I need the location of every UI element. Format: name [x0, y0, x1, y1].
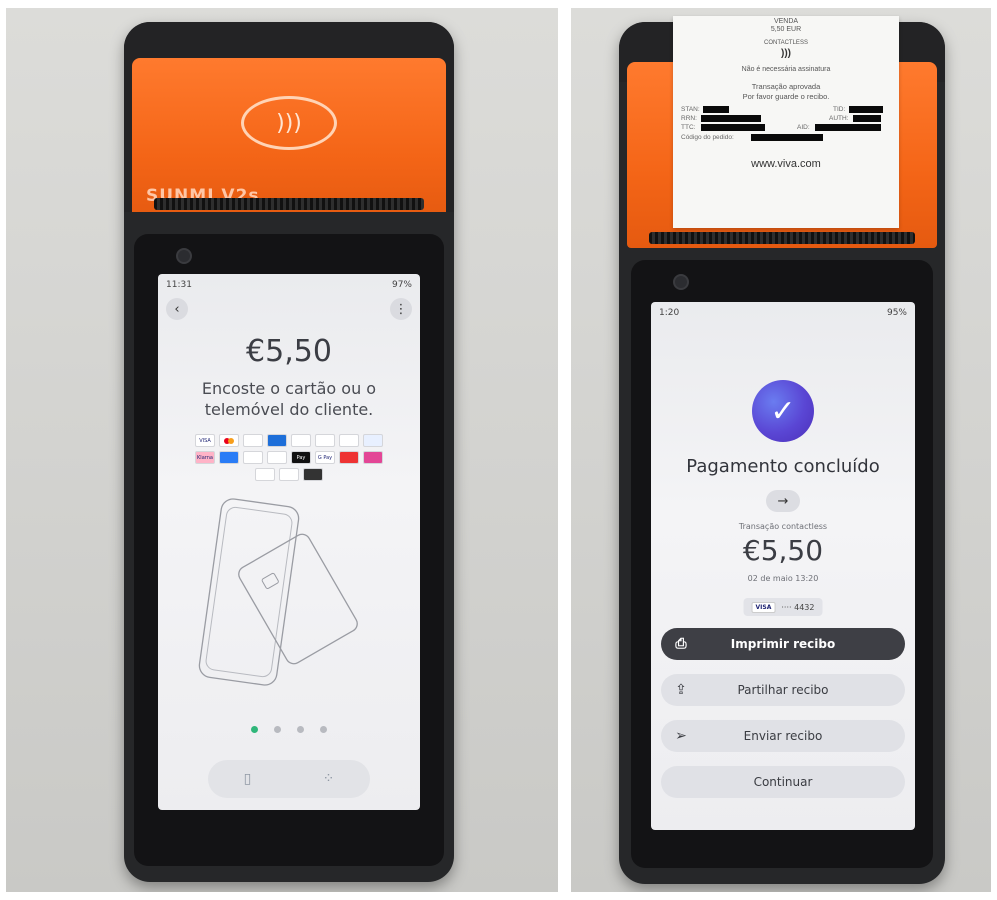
screen-bezel: 11:31 97% ‹ ⋮ €5,50 Encoste o cartão ou …: [134, 234, 444, 866]
samsung-pay-logo: [267, 451, 287, 464]
diners-logo: [291, 434, 311, 447]
receipt-aid-label: AID:: [797, 124, 810, 131]
alipay-blue-logo: [219, 451, 239, 464]
redacted-rrn: [701, 115, 761, 122]
more-menu-button[interactable]: ⋮: [390, 298, 412, 320]
card-masked-number: ···· 4432: [781, 602, 815, 612]
tap-card-icon[interactable]: ▯: [244, 771, 252, 787]
klarna-logo: Klarna: [195, 451, 215, 464]
apps-grid-icon[interactable]: ⁘: [323, 771, 335, 787]
printed-receipt: VENDA 5,50 EUR CONTACTLESS ))) Não é nec…: [673, 16, 899, 228]
redacted-aid: [815, 124, 881, 131]
page-dot-2[interactable]: [274, 726, 281, 733]
status-time: 1:20: [659, 308, 680, 318]
redacted-stan: [703, 106, 729, 113]
page-indicator: [158, 726, 420, 733]
send-receipt-label: Enviar recibo: [743, 729, 823, 743]
printer-slot: [154, 198, 424, 210]
status-time: 11:31: [166, 280, 192, 290]
tap-instruction: Encoste o cartão ou o telemóvel do clien…: [201, 379, 377, 419]
arrow-right-icon[interactable]: →: [766, 490, 800, 512]
apple-pay-logo: Pay: [291, 451, 311, 464]
status-bar: 1:20 95%: [659, 308, 907, 318]
discover2-logo: [255, 468, 275, 481]
transaction-type: Transação contactless: [738, 522, 828, 531]
amex-logo: [267, 434, 287, 447]
mbway-logo: [363, 451, 383, 464]
orange-cover: ))) SUNMI V2s: [132, 58, 446, 212]
bancontact-logo: [279, 468, 299, 481]
receipt-ttc-label: TTC:: [681, 124, 696, 131]
continue-button[interactable]: Continuar: [661, 766, 905, 798]
card-generic-logo: [303, 468, 323, 481]
transaction-datetime: 02 de maio 13:20: [747, 574, 819, 583]
receipt-header2: 5,50 EUR: [770, 26, 802, 33]
front-camera: [176, 248, 192, 264]
card-info-chip: VISA ···· 4432: [743, 598, 823, 616]
receipt-website: www.viva.com: [751, 158, 821, 170]
printer-icon: ⎙: [675, 636, 687, 652]
bottom-nav: ▯ ⁘: [208, 760, 370, 798]
redacted-auth: [853, 115, 881, 122]
discover-logo: [315, 434, 335, 447]
continue-label: Continuar: [753, 775, 813, 789]
terminal-head: ))) SUNMI V2s: [124, 22, 454, 212]
visa-logo: VISA: [751, 601, 776, 613]
share-receipt-button[interactable]: ⇪ Partilhar recibo: [661, 674, 905, 706]
share-receipt-label: Partilhar recibo: [737, 683, 829, 697]
pos-terminal-right: VENDA 5,50 EUR CONTACTLESS ))) Não é nec…: [619, 16, 945, 884]
alipay-logo: [339, 434, 359, 447]
payment-logos: VISA Klarna Pay G Pay: [188, 434, 390, 481]
receipt-nfc-icon: ))): [781, 48, 791, 59]
mastercard-logo: [219, 434, 239, 447]
jcb-logo: [243, 451, 263, 464]
visa-logo: VISA: [195, 434, 215, 447]
page-dot-1[interactable]: [251, 726, 258, 733]
receipt-keep: Por favor guarde o recibo.: [742, 92, 830, 101]
photo-right: VENDA 5,50 EUR CONTACTLESS ))) Não é nec…: [571, 8, 991, 892]
page-dot-3[interactable]: [297, 726, 304, 733]
multibanco-logo: [339, 451, 359, 464]
success-check-icon: ✓: [752, 380, 814, 442]
receipt-signature-note: Não é necessária assinatura: [741, 66, 831, 73]
payment-complete-title: Pagamento concluído: [686, 456, 880, 477]
status-bar: 11:31 97%: [166, 280, 412, 290]
send-receipt-button[interactable]: ➢ Enviar recibo: [661, 720, 905, 752]
receipt-rrn-label: RRN:: [681, 115, 697, 122]
payment-amount: €5,50: [246, 334, 332, 369]
screen-bezel: 1:20 95% ✓ Pagamento concluído → Transaç…: [631, 260, 933, 868]
redacted-order: [751, 134, 823, 141]
printer-slot: [649, 232, 915, 244]
redacted-tid: [849, 106, 883, 113]
receipt-tid-label: TID:: [833, 106, 846, 113]
maestro-logo: [243, 434, 263, 447]
back-button[interactable]: ‹: [166, 298, 188, 320]
receipt-mode: CONTACTLESS: [764, 40, 808, 46]
paypal-logo: [363, 434, 383, 447]
status-battery: 97%: [391, 280, 412, 290]
redacted-ttc: [701, 124, 765, 131]
receipt-stan-label: STAN:: [681, 106, 700, 113]
receipt-approved: Transação aprovada: [751, 82, 821, 91]
print-receipt-label: Imprimir recibo: [730, 637, 836, 651]
screen-right: 1:20 95% ✓ Pagamento concluído → Transaç…: [651, 302, 915, 830]
paid-amount: €5,50: [742, 534, 824, 567]
print-receipt-button[interactable]: ⎙ Imprimir recibo: [661, 628, 905, 660]
page-dot-4[interactable]: [320, 726, 327, 733]
google-pay-logo: G Pay: [315, 451, 335, 464]
photo-left: ))) SUNMI V2s 11:31 97% ‹ ⋮ €5,50 Encost…: [6, 8, 558, 892]
receipt-auth-label: AUTH:: [829, 115, 849, 122]
pos-terminal-left: ))) SUNMI V2s 11:31 97% ‹ ⋮ €5,50 Encost…: [124, 22, 454, 882]
receipt-order-label: Código do pedido:: [681, 134, 734, 141]
phone-card-illustration: [198, 498, 358, 686]
send-icon: ➢: [675, 728, 687, 744]
receipt-header1: VENDA: [773, 18, 799, 25]
front-camera: [673, 274, 689, 290]
status-battery: 95%: [886, 308, 907, 318]
screen-left: 11:31 97% ‹ ⋮ €5,50 Encoste o cartão ou …: [158, 274, 420, 810]
nfc-tap-icon: ))): [241, 96, 337, 150]
share-icon: ⇪: [675, 682, 687, 698]
